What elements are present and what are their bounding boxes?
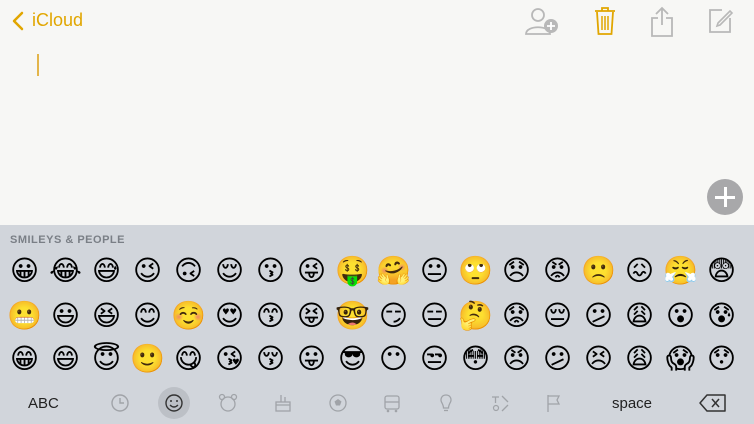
emoji-row-2: 😬 😃 😆 😊 ☺️ 😍 😙 😝 🤓 😏 😑 🤔 😟 😔 😕 😩 😮 😰 <box>4 296 742 336</box>
trash-icon[interactable] <box>594 6 616 36</box>
emoji-key[interactable]: 😕 <box>578 296 619 336</box>
compose-icon[interactable] <box>708 6 734 34</box>
emoji-key[interactable]: 🙂 <box>127 339 168 379</box>
emoji-key[interactable]: 😆 <box>86 296 127 336</box>
emoji-key[interactable]: 🤓 <box>332 296 373 336</box>
emoji-key[interactable]: 😎 <box>332 339 373 379</box>
emoji-key[interactable]: 😁 <box>4 339 45 379</box>
emoji-key[interactable]: 😬 <box>4 296 45 336</box>
emoji-key[interactable]: 😮 <box>660 296 701 336</box>
smiley-category-icon[interactable] <box>164 393 184 413</box>
emoji-key[interactable]: 😡 <box>537 251 578 291</box>
emoji-key[interactable]: 😝 <box>291 296 332 336</box>
emoji-key[interactable]: 🙄 <box>455 251 496 291</box>
emoji-key[interactable]: 😤 <box>660 251 701 291</box>
emoji-key[interactable]: 😟 <box>496 296 537 336</box>
emoji-key[interactable]: 😕 <box>537 339 578 379</box>
food-category-icon[interactable] <box>273 393 293 413</box>
activity-ball-icon[interactable] <box>328 393 348 413</box>
emoji-key[interactable]: 😩 <box>619 296 660 336</box>
emoji-key[interactable]: 😌 <box>209 251 250 291</box>
symbols-icon[interactable] <box>490 393 510 413</box>
emoji-key[interactable]: 😔 <box>537 296 578 336</box>
emoji-key[interactable]: 🤑 <box>332 251 373 291</box>
emoji-key[interactable]: 😄 <box>45 339 86 379</box>
emoji-key[interactable]: 😱 <box>660 339 701 379</box>
emoji-key[interactable]: 😛 <box>291 339 332 379</box>
emoji-key[interactable]: 😙 <box>250 296 291 336</box>
add-button[interactable] <box>707 179 743 215</box>
flag-icon[interactable] <box>544 393 564 413</box>
chevron-left-icon <box>12 11 24 30</box>
emoji-row-3: 😁 😄 😇 🙂 😋 😘 😚 😛 😎 😶 😒 😳 😠 😕 😣 😩 😱 😯 <box>4 339 742 379</box>
animal-category-icon[interactable] <box>218 393 238 413</box>
emoji-key[interactable]: 😏 <box>373 296 414 336</box>
abc-key[interactable]: ABC <box>28 395 59 412</box>
emoji-key[interactable]: 😒 <box>414 339 455 379</box>
emoji-key[interactable]: ☺️ <box>168 296 209 336</box>
emoji-key[interactable]: 😯 <box>701 339 742 379</box>
space-key[interactable]: space <box>612 395 652 412</box>
emoji-keyboard: SMILEYS & PEOPLE 😀 😂 😅 😉 🙃 😌 😗 😜 🤑 🤗 😐 🙄 😞 😡 🙁 😖 😤 😨 😬 😃 😆 😊… <box>0 225 754 424</box>
emoji-key[interactable]: 🙁 <box>578 251 619 291</box>
travel-bus-icon[interactable] <box>382 393 402 413</box>
emoji-key[interactable]: 😋 <box>168 339 209 379</box>
emoji-key[interactable]: 😍 <box>209 296 250 336</box>
emoji-key[interactable]: 🙃 <box>168 251 209 291</box>
back-button[interactable]: iCloud <box>12 10 83 31</box>
section-title: SMILEYS & PEOPLE <box>10 234 125 246</box>
emoji-key[interactable]: 😩 <box>619 339 660 379</box>
emoji-key[interactable]: 😠 <box>496 339 537 379</box>
emoji-row-1: 😀 😂 😅 😉 🙃 😌 😗 😜 🤑 🤗 😐 🙄 😞 😡 🙁 😖 😤 😨 <box>4 251 742 291</box>
share-icon[interactable] <box>650 6 674 38</box>
emoji-key[interactable]: 😶 <box>373 339 414 379</box>
recent-clock-icon[interactable] <box>110 393 130 413</box>
note-editor[interactable]: iCloud <box>0 0 754 225</box>
delete-backspace-icon[interactable] <box>699 393 727 413</box>
emoji-key[interactable]: 😖 <box>619 251 660 291</box>
emoji-key[interactable]: 😊 <box>127 296 168 336</box>
emoji-key[interactable]: 😣 <box>578 339 619 379</box>
add-people-icon[interactable] <box>523 6 561 38</box>
objects-bulb-icon[interactable] <box>436 393 456 413</box>
emoji-key[interactable]: 🤔 <box>455 296 496 336</box>
keyboard-bottom-bar: ABC space <box>0 385 754 424</box>
emoji-key[interactable]: 🤗 <box>373 251 414 291</box>
emoji-key[interactable]: 😇 <box>86 339 127 379</box>
emoji-key[interactable]: 😃 <box>45 296 86 336</box>
emoji-key[interactable]: 😰 <box>701 296 742 336</box>
emoji-key[interactable]: 😉 <box>127 251 168 291</box>
emoji-key[interactable]: 😳 <box>455 339 496 379</box>
emoji-key[interactable]: 😀 <box>4 251 45 291</box>
back-label: iCloud <box>32 10 84 30</box>
emoji-key[interactable]: 😑 <box>414 296 455 336</box>
emoji-key[interactable]: 😐 <box>414 251 455 291</box>
emoji-key[interactable]: 😚 <box>250 339 291 379</box>
emoji-key[interactable]: 😜 <box>291 251 332 291</box>
emoji-key[interactable]: 😅 <box>86 251 127 291</box>
emoji-key[interactable]: 😞 <box>496 251 537 291</box>
emoji-key[interactable]: 😗 <box>250 251 291 291</box>
emoji-key[interactable]: 😂 <box>45 251 86 291</box>
emoji-key[interactable]: 😘 <box>209 339 250 379</box>
emoji-key[interactable]: 😨 <box>701 251 742 291</box>
text-cursor <box>37 54 39 76</box>
